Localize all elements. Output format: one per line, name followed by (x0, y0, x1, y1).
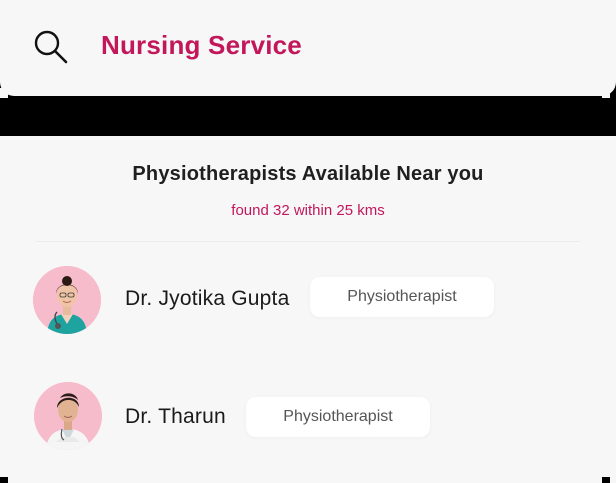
doctor-name[interactable]: Dr. Tharun (125, 405, 226, 429)
male-doctor-avatar[interactable] (34, 382, 102, 450)
card-tab (602, 477, 610, 483)
doctor-name[interactable]: Dr. Jyotika Gupta (125, 287, 289, 311)
search-icon[interactable] (33, 29, 69, 65)
card-tab (0, 477, 8, 483)
search-query[interactable]: Nursing Service (101, 30, 302, 61)
divider (36, 241, 580, 242)
specialty-badge: Physiotherapist (246, 397, 430, 437)
results-panel: Physiotherapists Available Near you foun… (0, 136, 616, 483)
specialty-badge: Physiotherapist (310, 277, 494, 317)
female-doctor-avatar[interactable] (33, 266, 101, 334)
card-tab (602, 88, 610, 98)
results-title: Physiotherapists Available Near you (132, 163, 484, 185)
card-tab (0, 88, 8, 98)
results-count: found 32 within 25 kms (231, 202, 385, 219)
search-bar[interactable]: Nursing Service (0, 0, 616, 96)
